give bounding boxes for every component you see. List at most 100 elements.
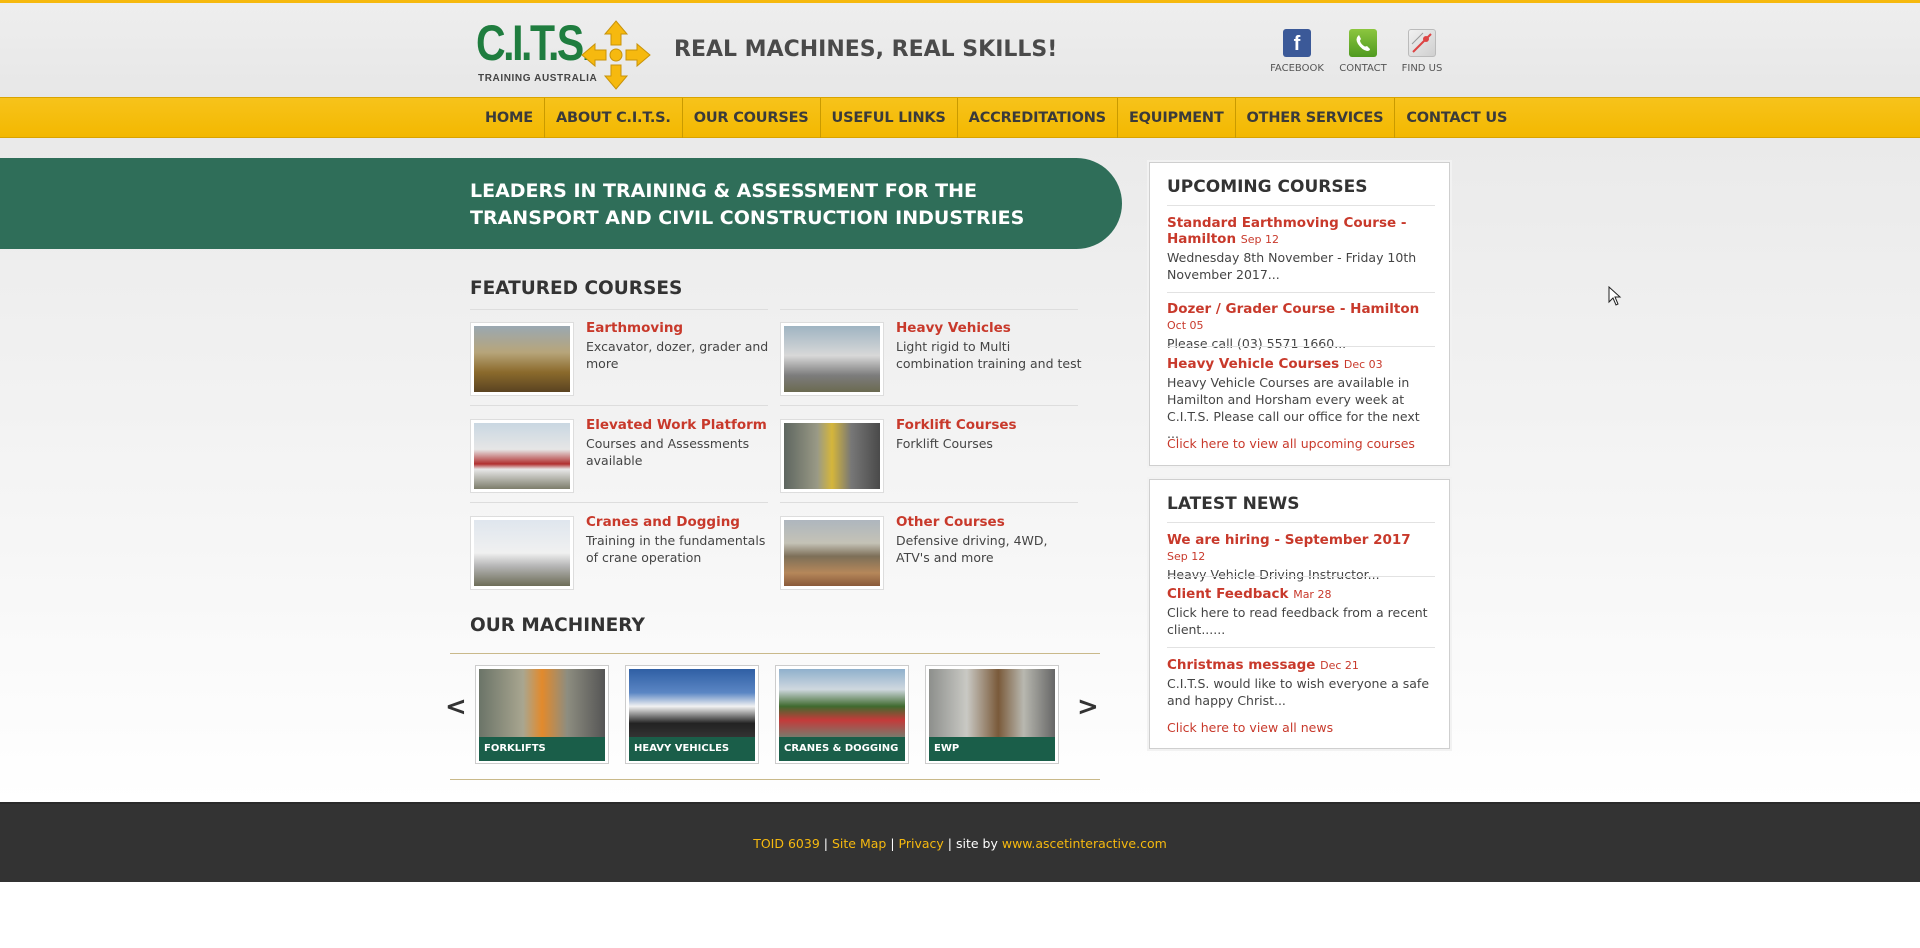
upcoming-courses-panel: UPCOMING COURSES Standard Earthmoving Co… [1149,162,1450,466]
course-card-other[interactable]: Other Courses Defensive driving, 4WD, AT… [780,514,1080,592]
footer-links: TOID 6039 | Site Map | Privacy | site by… [0,836,1920,851]
upcoming-course-title[interactable]: Heavy Vehicle Courses [1167,356,1339,372]
news-date: Dec 21 [1320,659,1359,672]
machinery-item-heavy-vehicles[interactable]: HEAVY VEHICLES [625,665,759,764]
contact-link[interactable]: CONTACT [1333,29,1393,74]
upcoming-course-item[interactable]: Standard Earthmoving Course - Hamilton S… [1167,215,1435,283]
course-card-heavy-vehicles[interactable]: Heavy Vehicles Light rigid to Multi comb… [780,320,1082,398]
divider [1167,576,1435,577]
divider [470,502,768,503]
view-all-news-link[interactable]: Click here to view all news [1167,720,1333,735]
upcoming-course-desc: Heavy Vehicle Courses are available in H… [1167,375,1420,441]
upcoming-course-item[interactable]: Dozer / Grader Course - Hamilton Oct 05 … [1167,301,1435,352]
footer-developer-link[interactable]: www.ascetinteractive.com [1002,836,1167,851]
divider [1167,205,1435,206]
course-title[interactable]: Elevated Work Platform [586,417,767,433]
facebook-label: FACEBOOK [1270,63,1324,74]
site-tagline: REAL MACHINES, REAL SKILLS! [674,37,1058,62]
site-footer: TOID 6039 | Site Map | Privacy | site by… [0,802,1920,882]
main-navigation: HOME ABOUT C.I.T.S. OUR COURSES USEFUL L… [0,97,1920,139]
nav-accreditations[interactable]: ACCREDITATIONS [958,98,1118,139]
upcoming-course-desc: Please call (03) 5571 1660... [1167,336,1347,351]
news-item[interactable]: Client Feedback Mar 28 Click here to rea… [1167,586,1435,638]
nav-about[interactable]: ABOUT C.I.T.S. [545,98,683,139]
find-us-link[interactable]: FIND US [1392,29,1452,74]
course-description: Courses and Assessments available [586,436,750,468]
course-card-forklift[interactable]: Forklift Courses Forklift Courses [780,417,1080,495]
machinery-image [929,669,1055,737]
news-item[interactable]: Christmas message Dec 21 C.I.T.S. would … [1167,657,1435,709]
news-title[interactable]: Christmas message [1167,657,1315,673]
course-title[interactable]: Forklift Courses [896,417,1017,433]
divider [470,405,768,406]
phone-icon [1349,29,1377,57]
carousel-prev-button[interactable]: < [445,692,467,722]
news-title[interactable]: We are hiring - September 2017 [1167,532,1411,548]
course-card-earthmoving[interactable]: Earthmoving Excavator, dozer, grader and… [470,320,770,398]
course-card-cranes-dogging[interactable]: Cranes and Dogging Training in the funda… [470,514,770,592]
course-thumbnail[interactable] [470,419,574,493]
course-title[interactable]: Other Courses [896,514,1005,530]
carousel-next-button[interactable]: > [1077,692,1099,722]
course-title[interactable]: Cranes and Dogging [586,514,740,530]
upcoming-course-date: Sep 12 [1240,233,1280,246]
course-title[interactable]: Heavy Vehicles [896,320,1011,336]
upcoming-course-title[interactable]: Dozer / Grader Course - Hamilton [1167,301,1419,317]
map-icon [1408,29,1436,57]
machinery-item-ewp[interactable]: EWP [925,665,1059,764]
mouse-cursor-icon [1608,286,1622,306]
course-title[interactable]: Earthmoving [586,320,683,336]
divider [780,502,1078,503]
footer-privacy-link[interactable]: Privacy [899,836,944,851]
upcoming-courses-heading: UPCOMING COURSES [1167,177,1368,197]
footer-siteby: site by [955,836,998,851]
machinery-label: EWP [929,737,1055,761]
footer-separator: | [890,836,895,851]
upcoming-course-title[interactable]: Standard Earthmoving Course - Hamilton [1167,215,1406,247]
banner-line-2: TRANSPORT AND CIVIL CONSTRUCTION INDUSTR… [470,207,1025,229]
footer-separator: | [947,836,952,851]
course-card-elevated-work-platform[interactable]: Elevated Work Platform Courses and Asses… [470,417,770,495]
course-description: Excavator, dozer, grader and more [586,339,769,371]
footer-sitemap-link[interactable]: Site Map [832,836,886,851]
divider [1167,647,1435,648]
course-thumbnail[interactable] [780,322,884,396]
nav-contact-us[interactable]: CONTACT US [1395,98,1518,139]
facebook-link[interactable]: f FACEBOOK [1267,29,1327,74]
divider [1167,522,1435,523]
nav-equipment[interactable]: EQUIPMENT [1118,98,1236,139]
machinery-label: FORKLIFTS [479,737,605,761]
nav-home[interactable]: HOME [474,98,545,139]
course-description: Light rigid to Multi combination trainin… [896,339,1082,371]
upcoming-course-item[interactable]: Heavy Vehicle Courses Dec 03 Heavy Vehic… [1167,356,1435,442]
upcoming-course-date: Dec 03 [1343,358,1383,371]
banner-line-1: LEADERS IN TRAINING & ASSESSMENT FOR THE [470,180,977,202]
course-thumbnail[interactable] [470,516,574,590]
nav-our-courses[interactable]: OUR COURSES [683,98,821,139]
divider [470,309,768,310]
machinery-image [629,669,755,737]
facebook-icon: f [1283,29,1311,57]
nav-other-services[interactable]: OTHER SERVICES [1236,98,1396,139]
cits-logo[interactable]: C.I.T.S. TRAINING AUSTRALIA [476,15,656,90]
divider [780,309,1078,310]
machinery-image [479,669,605,737]
course-thumbnail[interactable] [780,419,884,493]
logo-subtitle: TRAINING AUSTRALIA [478,73,598,84]
news-date: Sep 12 [1167,550,1206,563]
contact-label: CONTACT [1339,63,1387,74]
news-desc: Click here to read feedback from a recen… [1167,605,1428,637]
view-all-upcoming-link[interactable]: Click here to view all upcoming courses [1167,436,1415,451]
machinery-item-cranes-dogging[interactable]: CRANES & DOGGING [775,665,909,764]
logo-text: C.I.T.S. [476,15,593,71]
nav-useful-links[interactable]: USEFUL LINKS [821,98,958,139]
latest-news-heading: LATEST NEWS [1167,494,1300,514]
machinery-label: HEAVY VEHICLES [629,737,755,761]
news-desc: Heavy Vehicle Driving Instructor... [1167,567,1380,582]
course-thumbnail[interactable] [780,516,884,590]
machinery-item-forklifts[interactable]: FORKLIFTS [475,665,609,764]
news-desc: C.I.T.S. would like to wish everyone a s… [1167,676,1430,708]
course-thumbnail[interactable] [470,322,574,396]
footer-toid: TOID 6039 [753,836,820,851]
news-title[interactable]: Client Feedback [1167,586,1289,602]
